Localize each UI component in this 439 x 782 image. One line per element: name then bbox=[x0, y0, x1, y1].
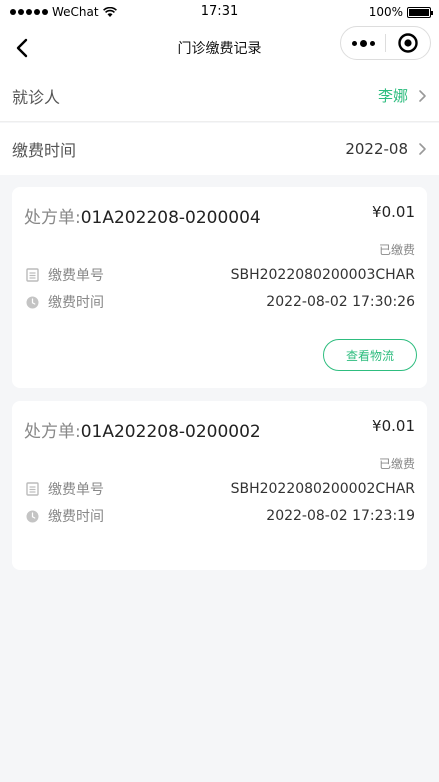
patient-label: 就诊人 bbox=[12, 87, 61, 107]
clock-icon bbox=[24, 294, 40, 310]
prescription-line: 处方单:01A202208-0200004 bbox=[24, 203, 261, 228]
payment-date-label: 缴费时间 bbox=[12, 141, 77, 160]
battery-percent: 100% bbox=[368, 5, 403, 19]
nav-bar: 门诊缴费记录 bbox=[0, 24, 439, 70]
payment-time-line: 缴费时间 2022-08-02 17:23:19 bbox=[24, 505, 415, 527]
payment-time-value: 2022-08-02 17:30:26 bbox=[266, 294, 415, 310]
amount: ¥0.01 bbox=[372, 203, 415, 221]
amount: ¥0.01 bbox=[372, 417, 415, 435]
bill-number-label: 缴费单号 bbox=[48, 268, 104, 284]
payment-record-card[interactable]: 处方单:01A202208-0200002 ¥0.01 已缴费 缴费单号 SBH… bbox=[12, 401, 427, 570]
payment-time-label: 缴费时间 bbox=[48, 509, 104, 525]
mini-program-capsule bbox=[340, 26, 431, 60]
status-badge: 已缴费 bbox=[378, 243, 415, 257]
document-icon bbox=[24, 267, 40, 283]
prescription-line: 处方单:01A202208-0200002 bbox=[24, 417, 261, 442]
chevron-right-icon bbox=[419, 89, 426, 102]
payment-time-line: 缴费时间 2022-08-02 17:30:26 bbox=[24, 291, 415, 313]
payment-time-label: 缴费时间 bbox=[48, 295, 104, 311]
prescription-label: 处方单: bbox=[24, 208, 81, 228]
target-icon bbox=[398, 33, 418, 53]
bill-number-value: SBH2022080200003CHAR bbox=[230, 267, 415, 283]
patient-name: 李娜 bbox=[377, 87, 408, 105]
payment-date-value: 2022-08 bbox=[345, 140, 408, 158]
bill-number-line: 缴费单号 SBH2022080200002CHAR bbox=[24, 478, 415, 500]
bill-number-value: SBH2022080200002CHAR bbox=[230, 481, 415, 497]
payment-time-value: 2022-08-02 17:23:19 bbox=[266, 508, 415, 524]
document-icon bbox=[24, 481, 40, 497]
patient-selector[interactable]: 就诊人 李娜 bbox=[0, 70, 439, 122]
clock-icon bbox=[24, 508, 40, 524]
chevron-right-icon bbox=[419, 143, 426, 155]
payment-record-card[interactable]: 处方单:01A202208-0200004 ¥0.01 已缴费 缴费单号 SBH… bbox=[12, 187, 427, 388]
battery-icon bbox=[407, 6, 433, 18]
prescription-number: 01A202208-0200004 bbox=[80, 208, 261, 228]
prescription-number: 01A202208-0200002 bbox=[80, 422, 261, 442]
view-logistics-button[interactable]: 查看物流 bbox=[323, 339, 417, 371]
more-icon bbox=[351, 39, 375, 47]
status-badge: 已缴费 bbox=[378, 457, 415, 471]
bill-number-label: 缴费单号 bbox=[48, 482, 104, 498]
status-bar: WeChat 17:31 100% bbox=[0, 0, 439, 24]
payment-date-selector[interactable]: 缴费时间 2022-08 bbox=[0, 123, 439, 175]
prescription-label: 处方单: bbox=[24, 422, 81, 442]
more-button[interactable] bbox=[341, 27, 385, 59]
close-mini-program-button[interactable] bbox=[386, 27, 430, 59]
bill-number-line: 缴费单号 SBH2022080200003CHAR bbox=[24, 264, 415, 286]
status-right: 100% bbox=[368, 5, 433, 19]
